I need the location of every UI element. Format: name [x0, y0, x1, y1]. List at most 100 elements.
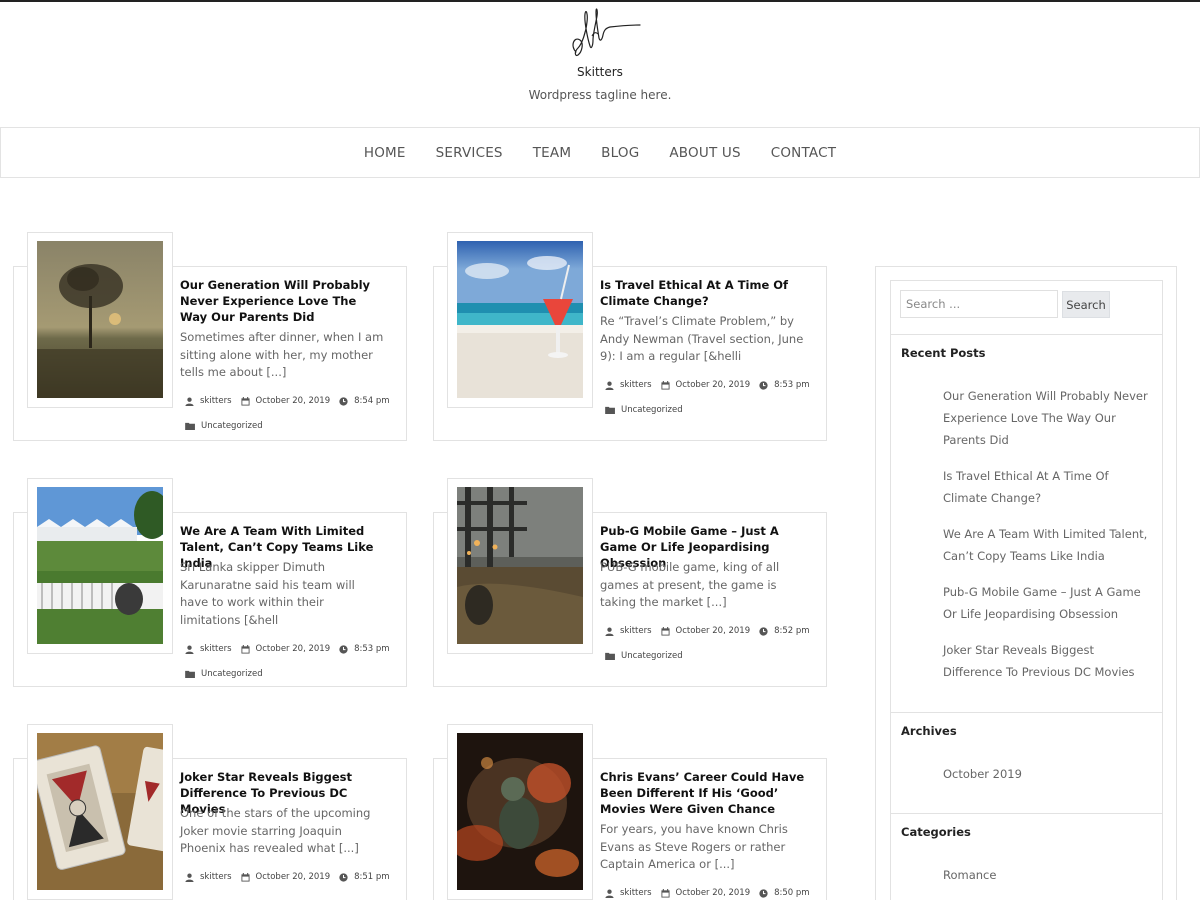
- archives-list: October 2019: [943, 763, 1153, 785]
- post-excerpt: PUB-G mobile game, king of all games at …: [600, 560, 780, 609]
- main-nav: HOME SERVICES TEAM BLOG ABOUT US CONTACT: [0, 127, 1200, 178]
- user-icon: [605, 627, 614, 636]
- post-time: 8:54 pm: [354, 396, 390, 406]
- post-meta: skitters October 20, 2019 8:54 pm: [185, 396, 390, 406]
- recent-post-link[interactable]: Pub-G Mobile Game – Just A Game Or Life …: [943, 581, 1153, 625]
- post-meta: skitters October 20, 2019 8:53 pm: [605, 380, 810, 390]
- recent-posts-widget: Recent Posts Our Generation Will Probabl…: [890, 334, 1163, 712]
- recent-posts-title: Recent Posts: [901, 346, 986, 360]
- user-icon: [605, 381, 614, 390]
- post-category: Uncategorized: [185, 421, 263, 431]
- post-meta: skitters October 20, 2019 8:53 pm: [185, 644, 390, 654]
- site-header: Skitters Wordpress tagline here.: [0, 2, 1200, 126]
- post-excerpt: For years, you have known Chris Evans as…: [600, 822, 788, 871]
- nav-about-us[interactable]: ABOUT US: [654, 145, 755, 161]
- search-widget: Search: [890, 280, 1163, 334]
- clock-icon: [339, 873, 348, 882]
- post-author[interactable]: skitters: [200, 644, 232, 654]
- post-category: Uncategorized: [185, 669, 263, 679]
- post-meta: skitters October 20, 2019 8:50 pm: [605, 888, 810, 898]
- clock-icon: [759, 889, 768, 898]
- clock-icon: [339, 645, 348, 654]
- recent-post-link[interactable]: Is Travel Ethical At A Time Of Climate C…: [943, 465, 1153, 509]
- post-time: 8:52 pm: [774, 626, 810, 636]
- post-author[interactable]: skitters: [200, 872, 232, 882]
- post-excerpt: Sometimes after dinner, when I am sittin…: [180, 330, 384, 379]
- categories-title: Categories: [901, 825, 971, 839]
- post-thumbnail[interactable]: [37, 241, 163, 398]
- recent-posts-list: Our Generation Will Probably Never Exper…: [943, 385, 1153, 683]
- category-link[interactable]: Uncategorized: [621, 405, 683, 415]
- user-icon: [185, 873, 194, 882]
- post-thumbnail[interactable]: [37, 487, 163, 644]
- nav-team[interactable]: TEAM: [518, 145, 586, 161]
- search-button[interactable]: Search: [1062, 291, 1110, 318]
- folder-icon: [605, 652, 616, 660]
- user-icon: [185, 397, 194, 406]
- clock-icon: [339, 397, 348, 406]
- search-input[interactable]: [900, 290, 1058, 318]
- post-thumbnail[interactable]: [457, 487, 583, 644]
- post-category: Uncategorized: [605, 405, 683, 415]
- clock-icon: [759, 627, 768, 636]
- categories-list: Romance: [943, 864, 1153, 886]
- recent-post-link[interactable]: We Are A Team With Limited Talent, Can’t…: [943, 523, 1153, 567]
- calendar-icon: [241, 397, 250, 406]
- post-meta: skitters October 20, 2019 8:51 pm: [185, 872, 390, 882]
- calendar-icon: [661, 381, 670, 390]
- archive-link[interactable]: October 2019: [943, 763, 1153, 785]
- post-title[interactable]: Chris Evans’ Career Could Have Been Diff…: [600, 769, 810, 817]
- nav-home[interactable]: HOME: [349, 145, 421, 161]
- post-thumbnail[interactable]: [457, 241, 583, 398]
- recent-post-link[interactable]: Our Generation Will Probably Never Exper…: [943, 385, 1153, 451]
- post-time: 8:51 pm: [354, 872, 390, 882]
- user-icon: [185, 645, 194, 654]
- folder-icon: [185, 422, 196, 430]
- post-time: 8:53 pm: [774, 380, 810, 390]
- recent-post-link[interactable]: Joker Star Reveals Biggest Difference To…: [943, 639, 1153, 683]
- post-excerpt: Sri Lanka skipper Dimuth Karunaratne sai…: [180, 560, 355, 627]
- category-link[interactable]: Uncategorized: [201, 669, 263, 679]
- post-meta: skitters October 20, 2019 8:52 pm: [605, 626, 810, 636]
- post-date[interactable]: October 20, 2019: [256, 644, 331, 654]
- category-link[interactable]: Uncategorized: [201, 421, 263, 431]
- calendar-icon: [241, 645, 250, 654]
- archives-widget: Archives October 2019: [890, 712, 1163, 813]
- post-author[interactable]: skitters: [620, 888, 652, 898]
- post-time: 8:53 pm: [354, 644, 390, 654]
- post-thumbnail[interactable]: [457, 733, 583, 890]
- clock-icon: [759, 381, 768, 390]
- post-author[interactable]: skitters: [620, 380, 652, 390]
- folder-icon: [185, 670, 196, 678]
- post-excerpt: Re “Travel’s Climate Problem,” by Andy N…: [600, 314, 804, 363]
- post-date[interactable]: October 20, 2019: [676, 626, 751, 636]
- post-date[interactable]: October 20, 2019: [676, 888, 751, 898]
- post-date[interactable]: October 20, 2019: [256, 396, 331, 406]
- archives-title: Archives: [901, 724, 957, 738]
- calendar-icon: [241, 873, 250, 882]
- post-title[interactable]: Our Generation Will Probably Never Exper…: [180, 277, 375, 325]
- post-category: Uncategorized: [605, 651, 683, 661]
- post-date[interactable]: October 20, 2019: [676, 380, 751, 390]
- post-time: 8:50 pm: [774, 888, 810, 898]
- post-title[interactable]: Is Travel Ethical At A Time Of Climate C…: [600, 277, 795, 309]
- nav-contact[interactable]: CONTACT: [756, 145, 851, 161]
- site-title[interactable]: Skitters: [0, 65, 1200, 79]
- category-link[interactable]: Uncategorized: [621, 651, 683, 661]
- post-author[interactable]: skitters: [200, 396, 232, 406]
- post-thumbnail[interactable]: [37, 733, 163, 890]
- site-tagline: Wordpress tagline here.: [528, 88, 672, 102]
- nav-blog[interactable]: BLOG: [586, 145, 654, 161]
- calendar-icon: [661, 627, 670, 636]
- sidebar: Search Recent Posts Our Generation Will …: [875, 266, 1177, 900]
- post-excerpt: One of the stars of the upcoming Joker m…: [180, 806, 371, 855]
- category-link[interactable]: Romance: [943, 864, 1153, 886]
- signature-logo[interactable]: [566, 2, 646, 64]
- calendar-icon: [661, 889, 670, 898]
- post-date[interactable]: October 20, 2019: [256, 872, 331, 882]
- categories-widget: Categories Romance: [890, 813, 1163, 900]
- folder-icon: [605, 406, 616, 414]
- post-author[interactable]: skitters: [620, 626, 652, 636]
- nav-services[interactable]: SERVICES: [421, 145, 518, 161]
- user-icon: [605, 889, 614, 898]
